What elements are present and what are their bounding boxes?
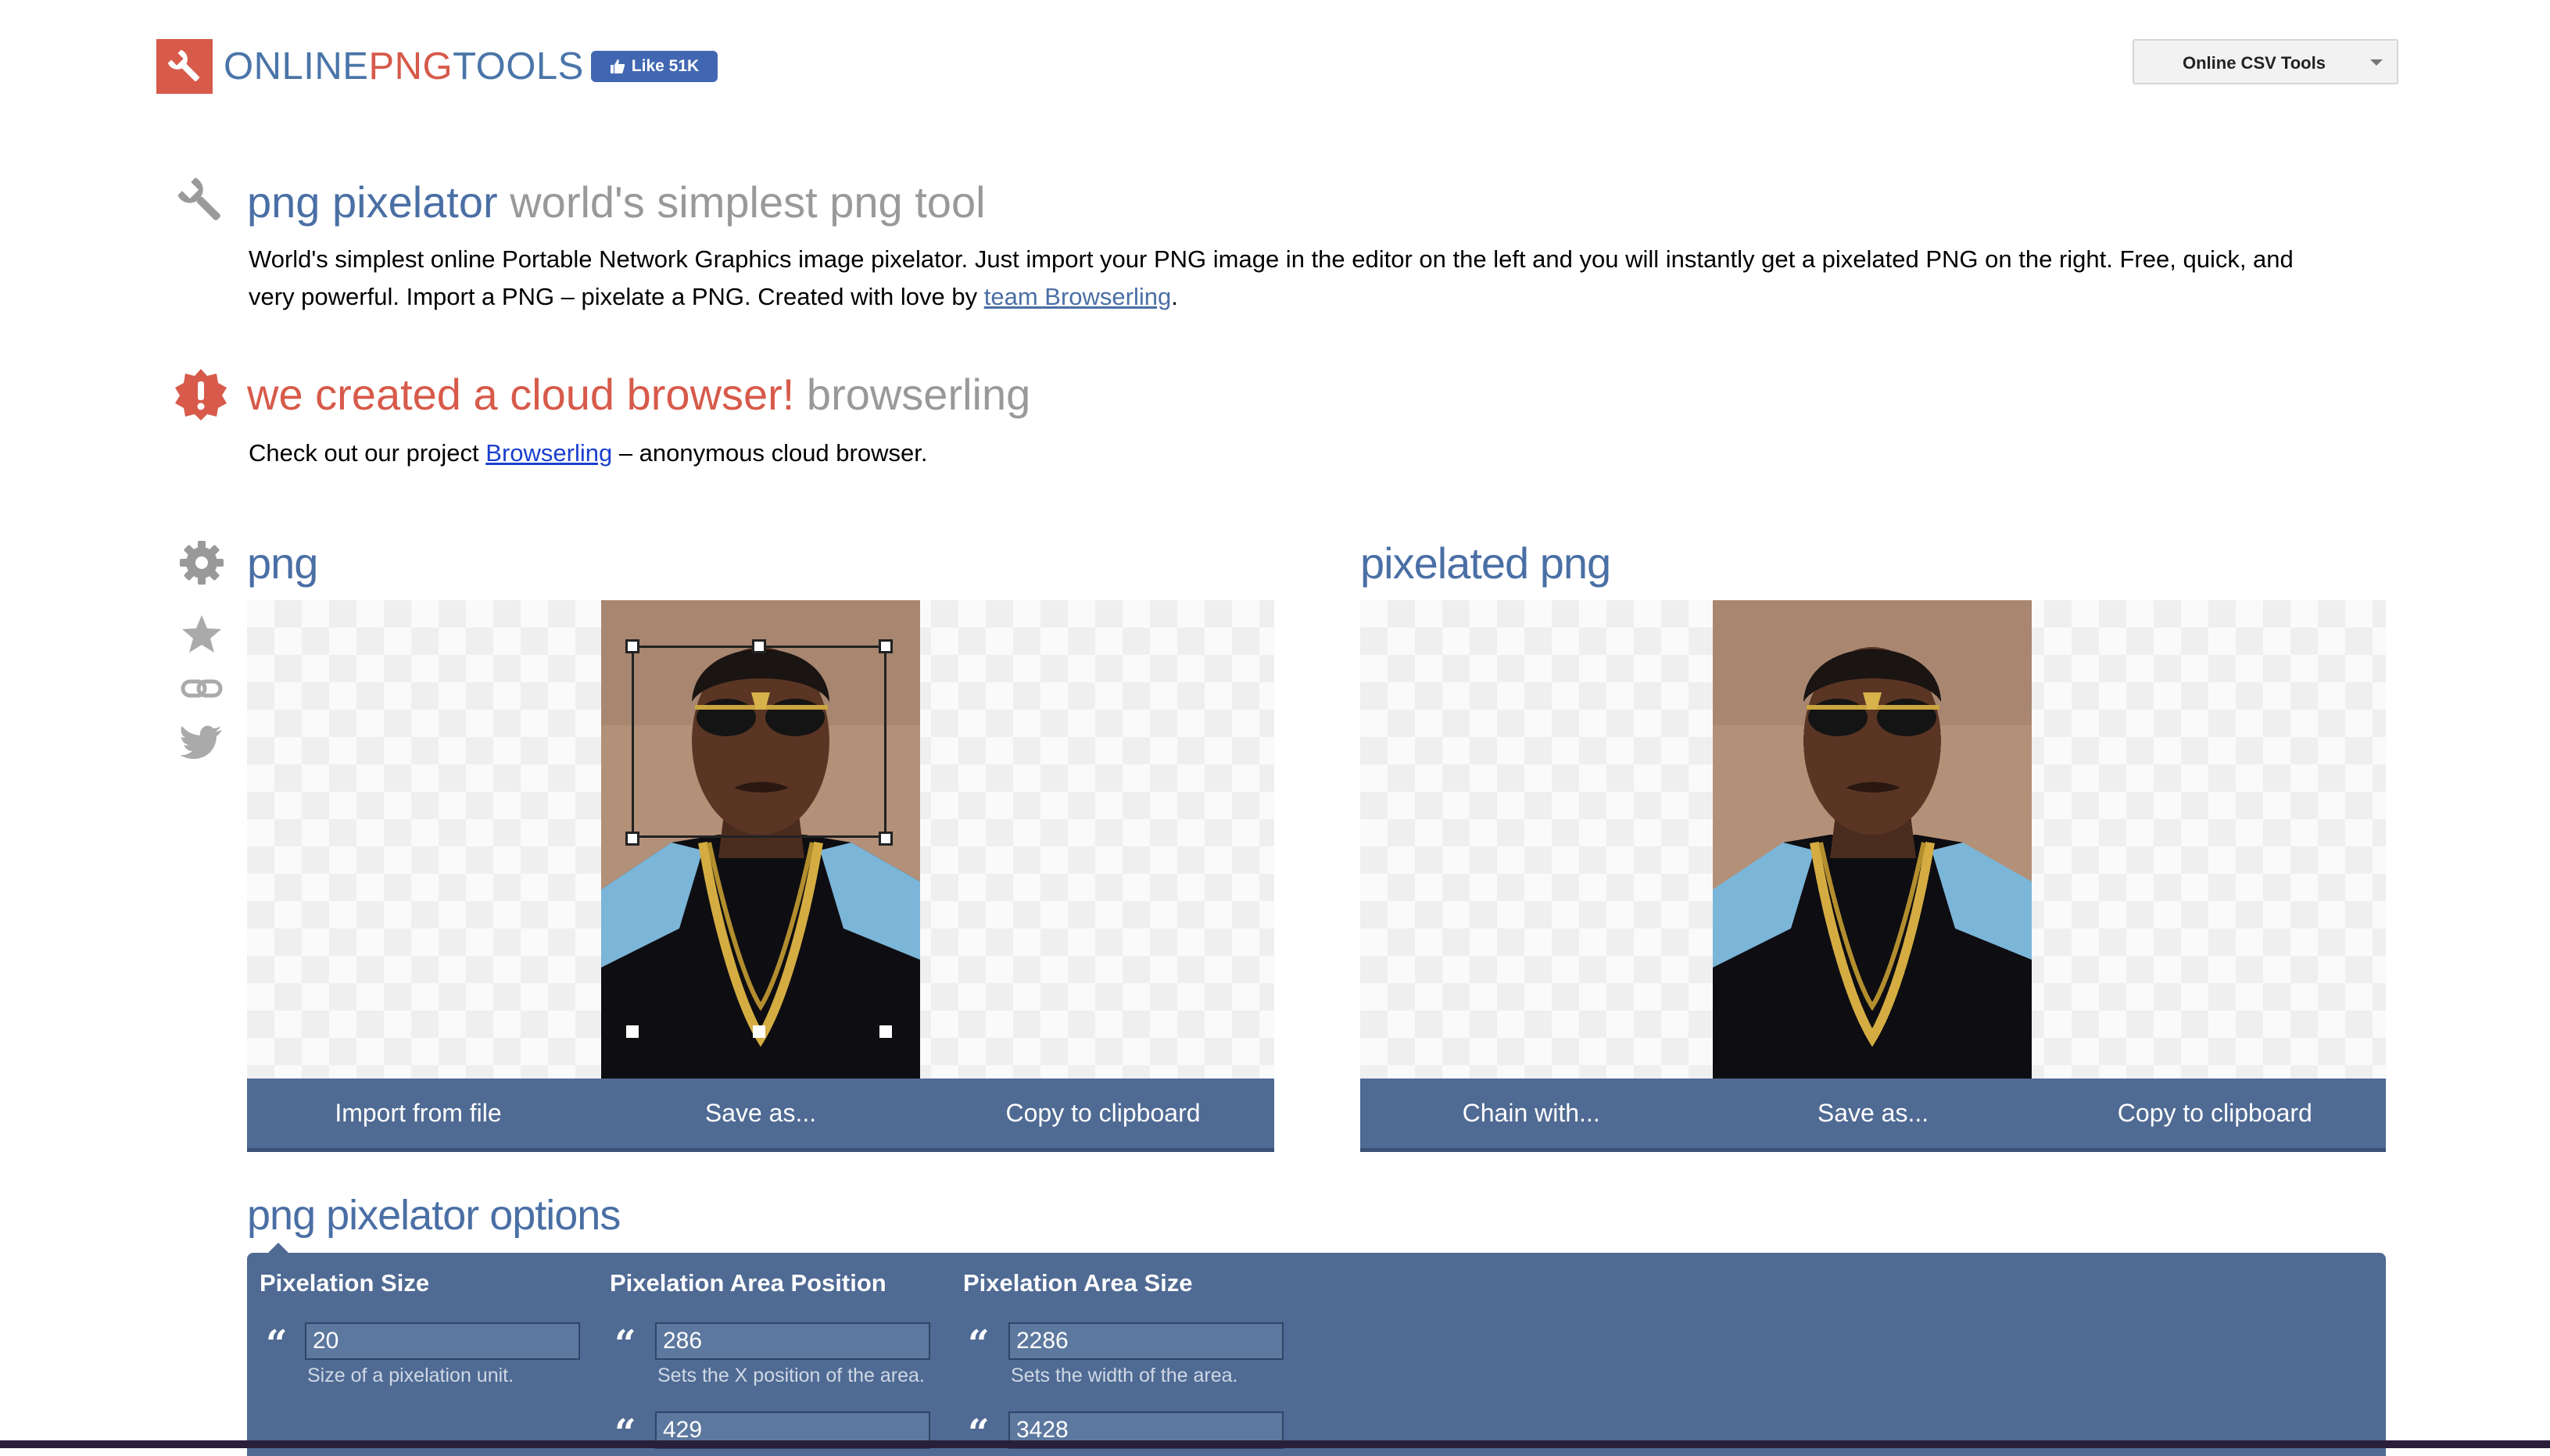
tool-description: World's simplest online Portable Network…	[249, 241, 2391, 316]
area-width-hint: Sets the width of the area.	[1011, 1365, 1238, 1386]
gear-icon[interactable]	[178, 539, 225, 586]
import-from-file-button[interactable]: Import from file	[247, 1079, 589, 1148]
chain-with-button[interactable]: Chain with...	[1360, 1079, 1702, 1148]
resize-handle[interactable]	[879, 832, 893, 846]
output-image	[1713, 600, 2032, 1079]
dropdown-label: Online CSV Tools	[2183, 53, 2326, 73]
output-image-viewer[interactable]	[1360, 600, 2386, 1079]
save-as-button[interactable]: Save as...	[589, 1079, 932, 1148]
input-button-bar: Import from file Save as... Copy to clip…	[247, 1079, 1274, 1152]
input-image-editor[interactable]	[247, 600, 1274, 1079]
thumbs-up-icon	[610, 59, 625, 73]
input-panel-title: png	[247, 538, 318, 588]
quote-icon: “	[266, 1322, 288, 1366]
link-icon[interactable]	[178, 666, 225, 713]
copy-to-clipboard-output-button[interactable]: Copy to clipboard	[2044, 1079, 2386, 1148]
pixelation-size-hint: Size of a pixelation unit.	[307, 1365, 514, 1386]
online-tools-dropdown[interactable]: Online CSV Tools	[2133, 39, 2398, 84]
bottom-edge	[0, 1440, 2550, 1448]
quote-icon: “	[614, 1322, 636, 1366]
resize-handle[interactable]	[626, 1025, 639, 1038]
desc-line-1: World's simplest online Portable Network…	[249, 245, 2294, 273]
promo-subtitle: browserling	[806, 370, 1031, 419]
resize-handle[interactable]	[625, 639, 639, 653]
tool-subtitle: world's simplest png tool	[510, 177, 986, 227]
alert-badge-icon	[174, 367, 228, 422]
output-panel-title: pixelated png	[1360, 538, 1611, 588]
area-width-input[interactable]: 2286	[1008, 1322, 1284, 1360]
resize-handle[interactable]	[753, 1025, 765, 1038]
area-x-position-input[interactable]: 286	[655, 1322, 930, 1360]
option-heading-area-size: Pixelation Area Size	[963, 1269, 1193, 1297]
site-logo[interactable]: ONLINEPNGTOOLS	[224, 42, 584, 91]
team-browserling-link[interactable]: team Browserling	[984, 283, 1171, 310]
promo-text: Check out our project Browserling – anon…	[249, 439, 928, 467]
resize-handle[interactable]	[625, 832, 639, 846]
twitter-icon[interactable]	[178, 719, 225, 766]
tool-title: png pixelator	[247, 177, 498, 227]
resize-handle[interactable]	[752, 639, 766, 653]
area-x-position-hint: Sets the X position of the area.	[657, 1365, 925, 1386]
save-as-output-button[interactable]: Save as...	[1702, 1079, 2043, 1148]
wrench-icon	[174, 174, 228, 228]
option-heading-pixelation-size: Pixelation Size	[260, 1269, 430, 1297]
options-title: png pixelator options	[247, 1192, 621, 1239]
promo-heading: we created a cloud browser! browserling	[247, 367, 1030, 422]
logo-text-tools: TOOLS	[453, 45, 584, 88]
chevron-down-icon	[2370, 59, 2383, 66]
resize-handle[interactable]	[879, 639, 893, 653]
option-heading-area-position: Pixelation Area Position	[610, 1269, 886, 1297]
resize-handle[interactable]	[879, 1025, 892, 1038]
star-icon[interactable]	[178, 611, 225, 658]
desc-line-2: very powerful. Import a PNG – pixelate a…	[249, 283, 1178, 310]
quote-icon: “	[968, 1322, 990, 1366]
like-count: Like 51K	[631, 57, 700, 75]
logo-icon[interactable]	[156, 39, 213, 94]
copy-to-clipboard-button[interactable]: Copy to clipboard	[932, 1079, 1274, 1148]
output-button-bar: Chain with... Save as... Copy to clipboa…	[1360, 1079, 2386, 1152]
logo-text-png: PNG	[368, 45, 453, 88]
promo-title: we created a cloud browser!	[247, 370, 795, 419]
browserling-link[interactable]: Browserling	[485, 439, 612, 467]
logo-text-online: ONLINE	[224, 45, 369, 88]
selection-box[interactable]	[632, 646, 886, 838]
facebook-like-button[interactable]: Like 51K	[591, 51, 718, 82]
tool-heading: png pixelator world's simplest png tool	[247, 175, 986, 230]
pixelation-size-input[interactable]: 20	[305, 1322, 580, 1360]
